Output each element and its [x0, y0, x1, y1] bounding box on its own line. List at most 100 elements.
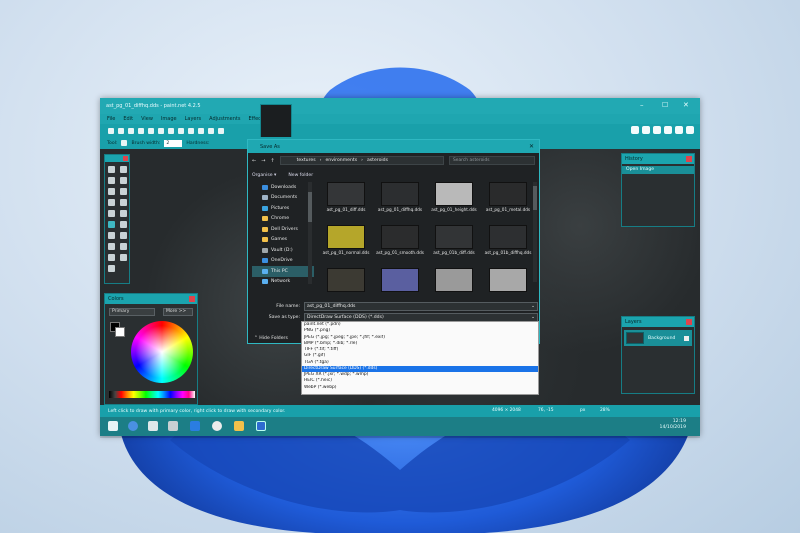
file-item[interactable] — [484, 268, 532, 302]
crop-icon[interactable] — [178, 127, 184, 134]
minimize-icon[interactable]: – — [640, 101, 644, 109]
paste-icon[interactable] — [168, 127, 174, 134]
paint-bucket-icon[interactable] — [108, 210, 115, 217]
file-item[interactable] — [376, 268, 424, 302]
grid-icon[interactable] — [218, 127, 224, 134]
file-item[interactable]: ast_pg_01_metal.dds — [484, 182, 532, 221]
file-item[interactable] — [430, 268, 478, 302]
nav-item[interactable]: Chrome — [252, 214, 314, 225]
file-scrollbar[interactable] — [533, 182, 537, 282]
maximize-icon[interactable]: ☐ — [662, 101, 668, 109]
zoom-value[interactable]: 28% — [600, 408, 610, 413]
type-option[interactable]: WebP (*.webp) — [302, 385, 538, 391]
brush-width-input[interactable]: 2 — [164, 139, 183, 147]
clone-stamp-icon[interactable] — [108, 243, 115, 250]
app-icon[interactable] — [212, 421, 222, 431]
nav-item[interactable]: Pictures — [252, 203, 314, 214]
menu-image[interactable]: Image — [161, 116, 177, 122]
lasso-icon[interactable] — [108, 177, 115, 184]
gradient-icon[interactable] — [120, 210, 127, 217]
organise-button[interactable]: Organise ▾ — [252, 173, 276, 178]
address-bar[interactable]: textures › environments › asteroids — [279, 156, 444, 165]
file-item[interactable]: ast_pg_01_height.dds — [430, 182, 478, 221]
pan-icon[interactable] — [120, 199, 127, 206]
eraser-icon[interactable] — [120, 221, 127, 228]
text-icon[interactable] — [108, 254, 115, 261]
menu-layers[interactable]: Layers — [185, 116, 202, 122]
close-icon[interactable] — [189, 296, 195, 302]
chevron-down-icon[interactable]: ⌄ — [531, 315, 535, 320]
copy-icon[interactable] — [158, 127, 164, 134]
nav-scrollbar[interactable] — [308, 182, 312, 284]
print-icon[interactable] — [138, 127, 144, 134]
move-selection-icon[interactable] — [120, 177, 127, 184]
nav-item[interactable]: Documents — [252, 193, 314, 204]
color-mode-select[interactable]: Primary — [109, 308, 155, 316]
new-folder-button[interactable]: New folder — [288, 173, 313, 178]
layer-visibility-checkbox[interactable] — [684, 335, 689, 341]
undo-icon[interactable] — [198, 127, 204, 134]
shapes-icon[interactable] — [108, 265, 115, 272]
ellipse-select-icon[interactable] — [108, 188, 115, 195]
color-wheel[interactable] — [131, 321, 193, 383]
nav-item[interactable]: Vault (D:) — [252, 245, 314, 256]
search-input[interactable]: Search asteroids — [449, 156, 535, 165]
more-colors-button[interactable]: More >> — [163, 308, 193, 316]
redo-icon[interactable] — [208, 127, 214, 134]
breadcrumb-item[interactable]: asteroids — [367, 158, 388, 163]
close-icon[interactable] — [123, 156, 128, 161]
app-icon[interactable] — [168, 421, 178, 431]
image-tab-thumbnail[interactable] — [260, 104, 292, 138]
close-icon[interactable] — [686, 156, 692, 162]
file-item[interactable]: ast_pg_01b_diffhq.dds — [484, 225, 532, 264]
new-icon[interactable] — [108, 127, 114, 134]
close-icon[interactable]: ✕ — [529, 143, 534, 150]
back-icon[interactable]: ← — [252, 158, 256, 164]
forward-icon[interactable]: → — [261, 158, 265, 164]
file-item[interactable]: ast_pg_01_normal.dds — [322, 225, 370, 264]
breadcrumb-item[interactable]: textures — [297, 158, 316, 163]
edge-icon[interactable] — [190, 421, 200, 431]
file-name-input[interactable]: ast_pg_01_diffhq.dds ⌄ — [304, 302, 538, 311]
menu-view[interactable]: View — [141, 116, 153, 122]
color-palette[interactable] — [109, 391, 195, 398]
file-explorer-icon[interactable] — [234, 421, 244, 431]
task-view-icon[interactable] — [148, 421, 158, 431]
start-icon[interactable] — [108, 421, 118, 431]
line-icon[interactable] — [120, 254, 127, 261]
nav-item[interactable]: Games — [252, 235, 314, 246]
close-icon[interactable] — [686, 319, 692, 325]
tools-window-icon[interactable] — [631, 126, 639, 134]
breadcrumb-item[interactable]: environments — [325, 158, 357, 163]
paintnet-icon[interactable] — [256, 421, 266, 431]
move-icon[interactable] — [120, 166, 127, 173]
secondary-color-swatch[interactable] — [115, 327, 125, 337]
file-item[interactable]: ast_pg_01_diff.dds — [322, 182, 370, 221]
magic-wand-icon[interactable] — [108, 199, 115, 206]
menu-edit[interactable]: Edit — [123, 116, 133, 122]
clock[interactable]: 12:19 14/10/2019 — [660, 419, 686, 431]
layer-row[interactable]: Background — [624, 330, 692, 346]
paintbrush-icon[interactable] — [108, 221, 115, 228]
help-icon[interactable] — [686, 126, 694, 134]
file-item[interactable]: ast_pg_01_diffhq.dds — [376, 182, 424, 221]
up-icon[interactable]: ↑ — [270, 158, 274, 164]
history-window-icon[interactable] — [642, 126, 650, 134]
chevron-down-icon[interactable]: ⌄ — [531, 304, 535, 309]
menu-file[interactable]: File — [107, 116, 115, 122]
chrome-icon[interactable] — [128, 421, 138, 431]
settings-icon[interactable] — [675, 126, 683, 134]
pencil-icon[interactable] — [108, 232, 115, 239]
history-item[interactable]: Open Image — [622, 166, 694, 174]
color-picker-icon[interactable] — [120, 232, 127, 239]
nav-item[interactable]: Downloads — [252, 182, 314, 193]
paintbrush-icon[interactable] — [121, 140, 128, 146]
nav-item[interactable]: OneDrive — [252, 256, 314, 267]
unit-select[interactable]: px — [580, 408, 585, 413]
close-icon[interactable]: ✕ — [683, 101, 689, 109]
recolor-icon[interactable] — [120, 243, 127, 250]
save-icon[interactable] — [128, 127, 134, 134]
hide-folders-button[interactable]: ⌃ Hide Folders — [254, 336, 288, 341]
cut-icon[interactable] — [148, 127, 154, 134]
nav-item[interactable]: Network — [252, 277, 314, 288]
